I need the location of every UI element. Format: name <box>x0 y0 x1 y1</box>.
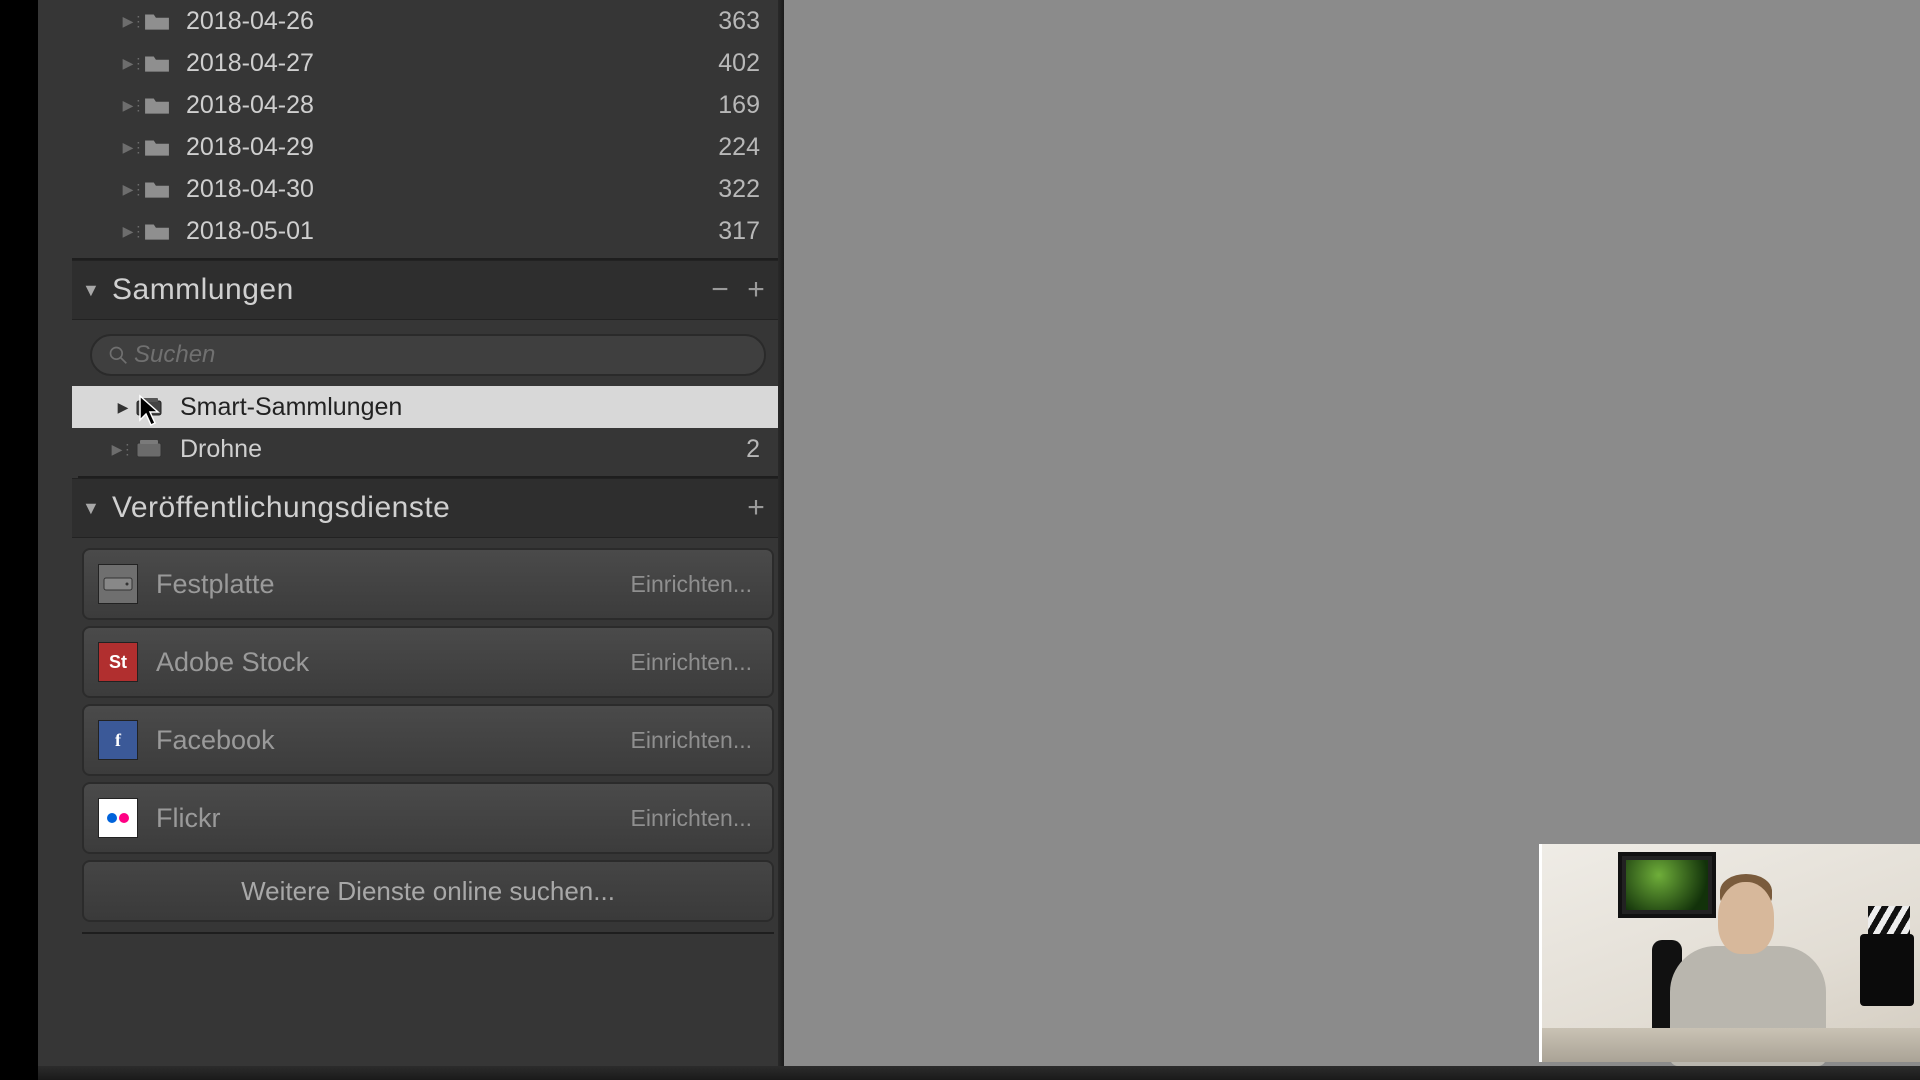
publish-service-label: Festplatte <box>156 569 631 600</box>
folder-count: 402 <box>718 49 760 78</box>
collection-set-icon <box>136 440 172 458</box>
folder-count: 169 <box>718 91 760 120</box>
collections-search-wrap <box>72 320 784 386</box>
publish-setup-link[interactable]: Einrichten... <box>631 649 752 676</box>
publish-service-festplatte[interactable]: Festplatte Einrichten... <box>82 548 774 620</box>
disclosure-triangle-icon[interactable]: ▶⋮ <box>122 223 144 240</box>
publish-service-flickr[interactable]: Flickr Einrichten... <box>82 782 774 854</box>
publish-service-label: Facebook <box>156 725 631 756</box>
divider <box>72 252 778 260</box>
publish-panel-header[interactable]: ▼ Veröffentlichungsdienste + <box>72 478 784 538</box>
collection-set-icon <box>136 398 172 416</box>
folder-icon <box>144 221 180 241</box>
facebook-icon: f <box>98 720 138 760</box>
folder-name: 2018-04-28 <box>180 91 718 120</box>
folder-row[interactable]: ▶⋮ 2018-04-27 402 <box>72 42 784 84</box>
publish-setup-link[interactable]: Einrichten... <box>631 571 752 598</box>
collection-count: 2 <box>746 435 760 464</box>
folder-name: 2018-05-01 <box>180 217 718 246</box>
publish-service-adobestock[interactable]: St Adobe Stock Einrichten... <box>82 626 774 698</box>
hdd-icon <box>98 564 138 604</box>
folder-row[interactable]: ▶⋮ 2018-04-30 322 <box>72 168 784 210</box>
folders-list: ▶⋮ 2018-04-26 363 ▶⋮ 2018-04-27 402 ▶⋮ 2… <box>72 0 784 260</box>
publish-service-facebook[interactable]: f Facebook Einrichten... <box>82 704 774 776</box>
collection-label: Smart-Sammlungen <box>172 393 760 422</box>
folder-count: 224 <box>718 133 760 162</box>
publish-setup-link[interactable]: Einrichten... <box>631 805 752 832</box>
left-panel: ▶⋮ 2018-04-26 363 ▶⋮ 2018-04-27 402 ▶⋮ 2… <box>38 0 784 1080</box>
disclosure-triangle-icon[interactable]: ▶⋮ <box>122 97 144 114</box>
find-more-services-button[interactable]: Weitere Dienste online suchen... <box>82 860 774 922</box>
collection-row-smart[interactable]: ▶ Smart-Sammlungen <box>72 386 784 428</box>
publish-title: Veröffentlichungsdienste <box>112 491 738 525</box>
folder-name: 2018-04-27 <box>180 49 718 78</box>
minus-button[interactable]: − <box>702 273 738 307</box>
divider <box>82 926 774 934</box>
disclosure-triangle-icon[interactable]: ▶⋮ <box>122 139 144 156</box>
publish-services-list: Festplatte Einrichten... St Adobe Stock … <box>72 538 784 934</box>
search-input[interactable] <box>132 340 748 370</box>
folder-icon <box>144 11 180 31</box>
disclosure-triangle-icon[interactable]: ▶⋮ <box>108 441 136 458</box>
folder-row[interactable]: ▶⋮ 2018-04-28 169 <box>72 84 784 126</box>
collection-label: Drohne <box>172 435 746 464</box>
folder-row[interactable]: ▶⋮ 2018-05-01 317 <box>72 210 784 252</box>
publish-setup-link[interactable]: Einrichten... <box>631 727 752 754</box>
folder-icon <box>144 53 180 73</box>
folder-icon <box>144 137 180 157</box>
folder-icon <box>144 179 180 199</box>
collection-row-drohne[interactable]: ▶⋮ Drohne 2 <box>72 428 784 470</box>
divider <box>78 470 778 478</box>
disclosure-triangle-icon[interactable]: ▶⋮ <box>122 55 144 72</box>
search-box[interactable] <box>90 334 766 376</box>
folder-icon <box>144 95 180 115</box>
folder-row[interactable]: ▶⋮ 2018-04-29 224 <box>72 126 784 168</box>
plus-button[interactable]: + <box>738 273 774 307</box>
filmstrip-divider[interactable] <box>38 1066 1920 1080</box>
left-edge-strip <box>0 0 38 1080</box>
folder-count: 322 <box>718 175 760 204</box>
collections-panel-header[interactable]: ▼ Sammlungen − + <box>72 260 784 320</box>
folder-row[interactable]: ▶⋮ 2018-04-26 363 <box>72 0 784 42</box>
publish-service-label: Flickr <box>156 803 631 834</box>
disclosure-triangle-icon[interactable]: ▶⋮ <box>122 13 144 30</box>
folder-count: 317 <box>718 217 760 246</box>
folder-name: 2018-04-30 <box>180 175 718 204</box>
folder-name: 2018-04-29 <box>180 133 718 162</box>
flickr-icon <box>98 798 138 838</box>
publish-service-label: Adobe Stock <box>156 647 631 678</box>
adobe-stock-icon: St <box>98 642 138 682</box>
folder-name: 2018-04-26 <box>180 7 718 36</box>
find-more-label: Weitere Dienste online suchen... <box>241 876 615 907</box>
search-icon <box>108 345 132 365</box>
webcam-overlay <box>1539 844 1920 1062</box>
folder-count: 363 <box>718 7 760 36</box>
disclosure-triangle-icon[interactable]: ▶ <box>108 399 136 416</box>
disclosure-down-icon[interactable]: ▼ <box>82 280 112 301</box>
disclosure-down-icon[interactable]: ▼ <box>82 498 112 519</box>
plus-button[interactable]: + <box>738 491 774 525</box>
collections-title: Sammlungen <box>112 273 702 307</box>
disclosure-triangle-icon[interactable]: ▶⋮ <box>122 181 144 198</box>
